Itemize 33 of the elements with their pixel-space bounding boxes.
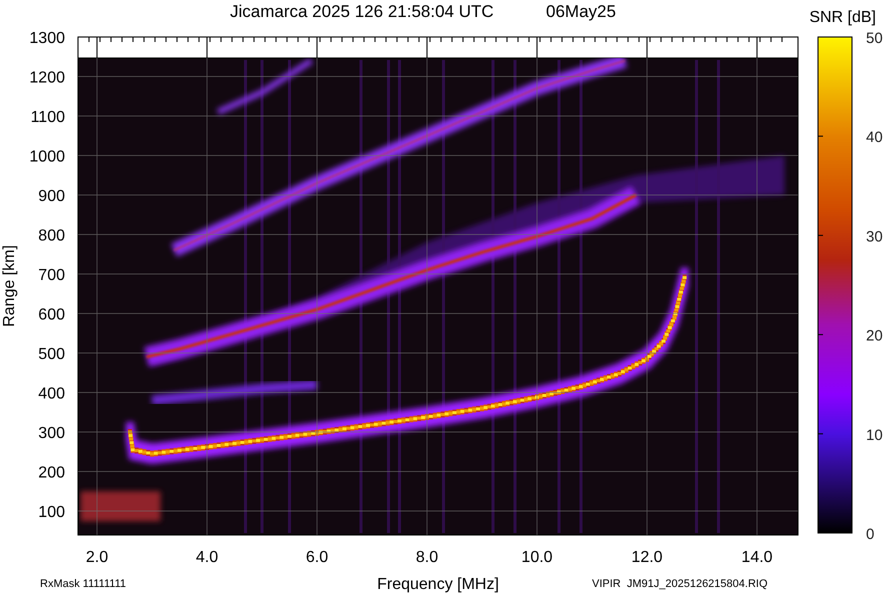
x-tick-label: 8.0 xyxy=(416,549,438,566)
y-tick-label: 200 xyxy=(38,464,65,482)
x-tick-label: 6.0 xyxy=(306,549,328,566)
colorbar-tick-label: 40 xyxy=(866,129,883,146)
y-tick-label: 300 xyxy=(38,425,65,442)
plot-title: Jicamarca 2025 126 21:58:04 UTC xyxy=(230,2,494,21)
x-axis-label: Frequency [MHz] xyxy=(377,576,499,593)
y-axis-label: Range [km] xyxy=(1,245,18,327)
y-tick-label: 100 xyxy=(38,504,65,521)
file-name-label: VIPIR JM91J_2025126215804.RIQ xyxy=(592,578,768,590)
x-tick-label: 12.0 xyxy=(631,549,663,566)
y-tick-label: 1100 xyxy=(30,109,65,126)
y-tick-label: 600 xyxy=(38,306,65,324)
y-tick-label: 1300 xyxy=(29,30,65,47)
y-tick-label: 800 xyxy=(38,228,65,244)
x-tick-label: 14.0 xyxy=(741,549,773,566)
y-tick-label: 400 xyxy=(38,386,65,402)
colorbar-tick-label: 20 xyxy=(866,328,883,345)
colorbar-tick-label: 10 xyxy=(866,426,883,444)
y-tick-label: 1000 xyxy=(29,148,65,166)
y-tick-label: 700 xyxy=(38,267,65,284)
plot-date: 06May25 xyxy=(546,2,616,21)
y-tick-label: 500 xyxy=(38,346,65,363)
colorbar-tick-label: 30 xyxy=(866,228,883,246)
x-tick-label: 2.0 xyxy=(86,549,108,566)
colorbar-label: SNR [dB] xyxy=(809,9,876,26)
colorbar-tick-label: 0 xyxy=(866,526,874,543)
x-tick-label: 4.0 xyxy=(196,549,218,566)
y-tick-label: 900 xyxy=(38,188,65,205)
y-tick-label: 1200 xyxy=(29,70,65,86)
rx-mask-label: RxMask 11111111 xyxy=(40,578,126,590)
colorbar-tick-label: 50 xyxy=(866,30,883,47)
x-tick-label: 10.0 xyxy=(521,549,553,566)
